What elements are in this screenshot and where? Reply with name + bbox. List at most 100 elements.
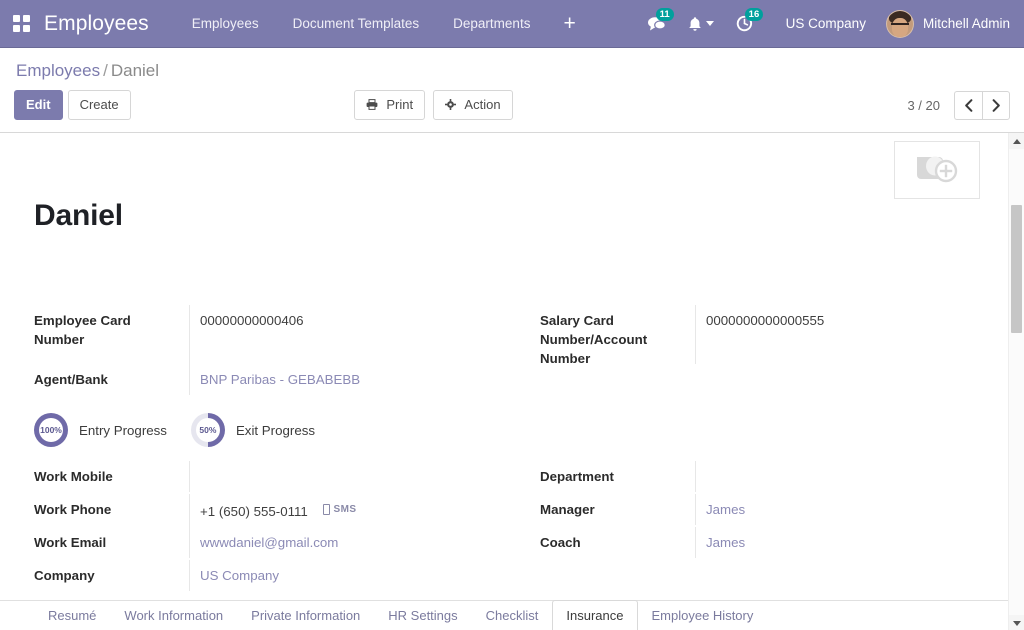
form-group-top: Employee Card Number 00000000000406 Agen…: [34, 305, 974, 397]
page-title: Daniel: [34, 199, 123, 232]
breadcrumb-separator: /: [103, 61, 108, 80]
add-image-icon: [917, 156, 958, 183]
timer-menu[interactable]: 16: [725, 0, 764, 48]
printer-icon: [366, 98, 381, 112]
contact-column-right: Department Manager James Coach James: [504, 461, 974, 593]
tab-insurance[interactable]: Insurance: [552, 600, 638, 630]
field-salary-card-number: Salary Card Number/Account Number 000000…: [540, 305, 974, 368]
field-value[interactable]: US Company: [189, 560, 482, 591]
entry-progress-donut: 100%: [34, 413, 68, 447]
field-label: Employee Card Number: [34, 313, 131, 347]
entry-progress-label: Entry Progress: [79, 422, 167, 438]
pager-previous-button[interactable]: [954, 90, 982, 120]
scroll-thumb[interactable]: [1011, 205, 1022, 333]
print-label: Print: [386, 97, 414, 112]
pager-count: 3 / 20: [907, 97, 940, 113]
vertical-scrollbar[interactable]: [1008, 133, 1024, 630]
exit-progress-widget[interactable]: 50% Exit Progress: [190, 413, 316, 447]
field-value[interactable]: 0000000000000555: [695, 305, 974, 364]
field-label: Company: [34, 568, 95, 583]
scroll-down-arrow-icon[interactable]: [1009, 615, 1024, 630]
breadcrumb-employees[interactable]: Employees: [16, 61, 100, 80]
messages-menu[interactable]: 11: [636, 0, 677, 48]
field-value[interactable]: James: [695, 527, 974, 558]
breadcrumb: Employees / Daniel: [14, 48, 1010, 84]
employee-image-upload[interactable]: [894, 141, 980, 199]
user-name: Mitchell Admin: [922, 16, 1010, 31]
form-sheet: Daniel Employee Card Number 000000000004…: [0, 133, 1008, 630]
field-value[interactable]: wwwdaniel@gmail.com: [189, 527, 482, 558]
entry-progress-widget[interactable]: 100% Entry Progress: [34, 413, 167, 447]
control-panel-buttons: Edit Create Print Action 3 / 20: [14, 84, 1010, 132]
exit-progress-value: 50%: [199, 425, 217, 435]
tab-resume[interactable]: Resumé: [34, 600, 110, 630]
field-manager: Manager James: [540, 494, 974, 527]
form-view-container: Daniel Employee Card Number 000000000004…: [0, 133, 1024, 630]
field-value[interactable]: [695, 461, 974, 492]
field-value[interactable]: 00000000000406: [189, 305, 482, 364]
action-button[interactable]: Action: [433, 90, 513, 120]
tab-hr-settings[interactable]: HR Settings: [374, 600, 471, 630]
field-value-wrapper: +1 (650) 555-0111 SMS: [189, 494, 482, 527]
chevron-down-icon: [705, 21, 714, 26]
menu-item-employees[interactable]: Employees: [175, 0, 276, 48]
tab-work-information[interactable]: Work Information: [110, 600, 237, 630]
field-value[interactable]: BNP Paribas - GEBABEBB: [189, 364, 482, 395]
app-brand-employees[interactable]: Employees: [42, 12, 155, 36]
chevron-left-icon: [965, 98, 973, 112]
entry-progress-value: 100%: [40, 425, 62, 435]
control-panel: Employees / Daniel Edit Create Print Act…: [0, 48, 1024, 133]
tab-private-information[interactable]: Private Information: [237, 600, 374, 630]
top-navbar: Employees Employees Document Templates D…: [0, 0, 1024, 48]
tab-checklist[interactable]: Checklist: [472, 600, 553, 630]
company-switcher[interactable]: US Company: [764, 16, 880, 31]
action-buttons: Print Action: [354, 90, 513, 120]
apps-menu-toggle[interactable]: [0, 0, 42, 48]
field-label: Department: [540, 469, 614, 484]
field-label: Agent/Bank: [34, 372, 108, 387]
edit-button[interactable]: Edit: [14, 90, 63, 120]
add-menu-button[interactable]: +: [547, 0, 591, 48]
menu-item-departments[interactable]: Departments: [436, 0, 547, 48]
field-employee-card-number: Employee Card Number 00000000000406: [34, 305, 482, 364]
mobile-phone-icon: [322, 504, 330, 515]
action-label: Action: [464, 97, 501, 112]
main-menu: Employees Document Templates Departments…: [175, 0, 592, 48]
pager: 3 / 20: [907, 90, 1010, 120]
apps-grid-icon: [12, 15, 30, 32]
messages-badge: 11: [655, 7, 674, 21]
pager-next-button[interactable]: [982, 90, 1010, 120]
menu-item-document-templates[interactable]: Document Templates: [276, 0, 437, 48]
field-agent-bank: Agent/Bank BNP Paribas - GEBABEBB: [34, 364, 482, 397]
chevron-right-icon: [992, 98, 1000, 112]
field-label: Salary Card Number/Account Number: [540, 313, 648, 366]
field-label: Manager: [540, 502, 595, 517]
form-column-left: Employee Card Number 00000000000406 Agen…: [34, 305, 504, 397]
field-work-phone: Work Phone +1 (650) 555-0111 SMS: [34, 494, 482, 527]
create-button[interactable]: Create: [67, 90, 131, 120]
progress-widgets: 100% Entry Progress 50% Exit Progress: [34, 413, 974, 447]
field-value[interactable]: James: [695, 494, 974, 525]
exit-progress-donut: 50%: [190, 413, 225, 447]
pager-buttons: [954, 90, 1010, 120]
print-button[interactable]: Print: [354, 90, 426, 120]
field-value[interactable]: [189, 461, 482, 492]
user-menu[interactable]: Mitchell Admin: [880, 9, 1010, 38]
field-label: Work Phone: [34, 502, 112, 517]
field-department: Department: [540, 461, 974, 494]
field-value[interactable]: +1 (650) 555-0111: [200, 504, 308, 519]
activities-menu[interactable]: [677, 0, 725, 48]
scroll-up-arrow-icon[interactable]: [1009, 133, 1024, 149]
breadcrumb-current: Daniel: [110, 61, 160, 80]
field-work-mobile: Work Mobile: [34, 461, 482, 494]
exit-progress-label: Exit Progress: [235, 422, 316, 438]
tab-employee-history[interactable]: Employee History: [638, 600, 768, 630]
field-label: Coach: [540, 535, 581, 550]
systray: 11 16 US Company Mitchell Admin: [636, 0, 1024, 48]
bell-icon: [688, 16, 701, 31]
field-label: Work Mobile: [34, 469, 113, 484]
field-label: Work Email: [34, 535, 107, 550]
send-sms-button[interactable]: SMS: [322, 500, 357, 519]
field-work-email: Work Email wwwdaniel@gmail.com: [34, 527, 482, 560]
field-coach: Coach James: [540, 527, 974, 560]
